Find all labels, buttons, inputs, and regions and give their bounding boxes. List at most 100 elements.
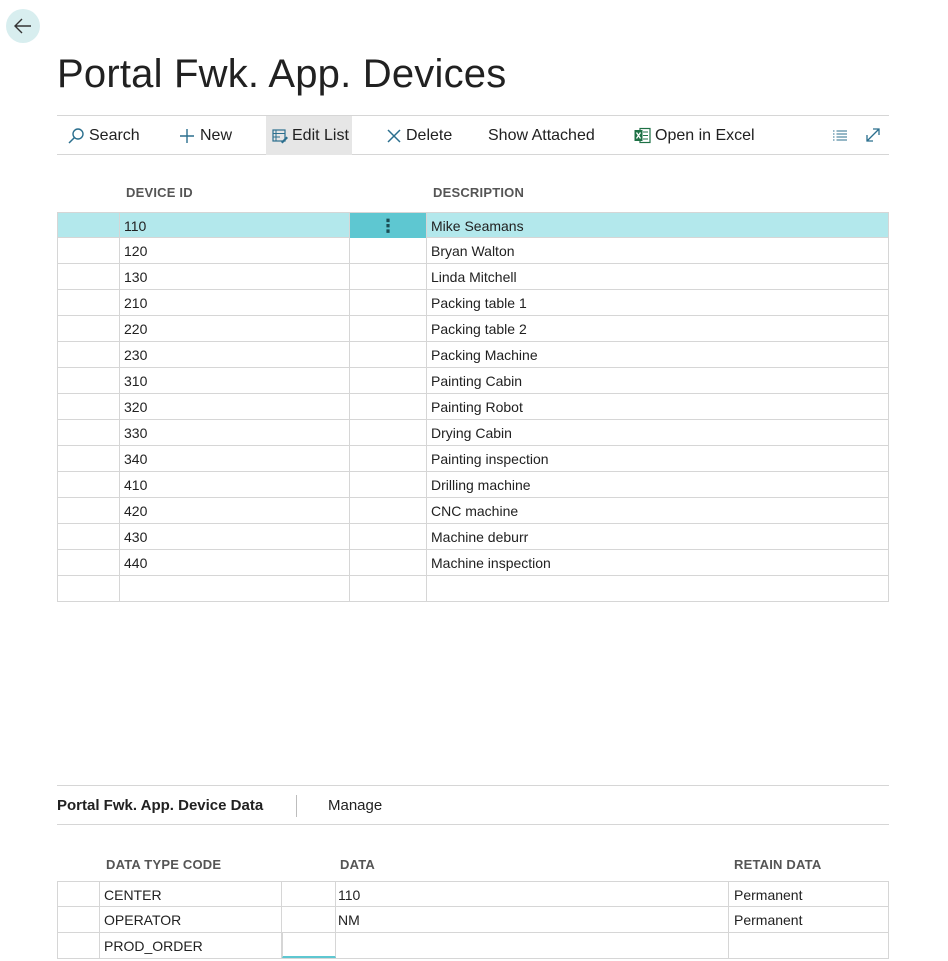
row-selector[interactable]	[57, 342, 120, 367]
device-id-cell[interactable]: 310	[120, 368, 350, 393]
description-cell[interactable]: Drying Cabin	[427, 420, 889, 445]
device-id-cell[interactable]: 120	[120, 238, 350, 263]
table-row[interactable]: 420 CNC machine	[57, 498, 889, 524]
description-cell[interactable]: Machine inspection	[427, 550, 889, 575]
row-selector[interactable]	[57, 882, 100, 907]
table-row[interactable]: PROD_ORDER	[57, 933, 889, 959]
table-row[interactable]: OPERATOR NM Permanent	[57, 907, 889, 933]
device-id-cell[interactable]	[120, 576, 350, 601]
row-selector[interactable]	[57, 394, 120, 419]
table-row[interactable]: 410 Drilling machine	[57, 472, 889, 498]
table-row[interactable]: 220 Packing table 2	[57, 316, 889, 342]
column-header-data[interactable]: DATA	[340, 857, 375, 872]
row-actions-cell[interactable]	[350, 498, 427, 523]
row-selector[interactable]	[57, 907, 100, 932]
row-actions-cell[interactable]	[350, 342, 427, 367]
row-selector[interactable]	[57, 550, 120, 575]
description-cell[interactable]: Painting inspection	[427, 446, 889, 471]
device-id-cell[interactable]: 330	[120, 420, 350, 445]
row-actions-cell[interactable]	[350, 290, 427, 315]
row-selector[interactable]	[57, 420, 120, 445]
table-row[interactable]: 130 Linda Mitchell	[57, 264, 889, 290]
device-id-cell[interactable]: 110	[120, 213, 350, 238]
row-actions-cell[interactable]	[350, 264, 427, 289]
table-row[interactable]: 210 Packing table 1	[57, 290, 889, 316]
description-cell[interactable]: CNC machine	[427, 498, 889, 523]
expand-button[interactable]	[864, 126, 882, 149]
row-actions-cell[interactable]	[350, 446, 427, 471]
description-cell[interactable]: Bryan Walton	[427, 238, 889, 263]
data-type-code-cell[interactable]: PROD_ORDER	[100, 933, 282, 958]
row-selector[interactable]	[57, 264, 120, 289]
retain-data-cell[interactable]: Permanent	[729, 882, 889, 907]
row-actions-cell[interactable]	[350, 368, 427, 393]
row-selector[interactable]	[57, 213, 120, 238]
retain-data-cell[interactable]: Permanent	[729, 907, 889, 932]
description-cell[interactable]: Packing Machine	[427, 342, 889, 367]
device-id-cell[interactable]: 320	[120, 394, 350, 419]
row-actions-cell[interactable]	[350, 238, 427, 263]
table-row[interactable]	[57, 576, 889, 602]
column-header-data-type-code[interactable]: DATA TYPE CODE	[106, 857, 221, 872]
row-actions-cell[interactable]	[282, 907, 336, 932]
device-id-cell[interactable]: 430	[120, 524, 350, 549]
manage-button[interactable]: Manage	[328, 797, 382, 814]
device-id-cell[interactable]: 440	[120, 550, 350, 575]
row-selector[interactable]	[57, 446, 120, 471]
table-row[interactable]: 320 Painting Robot	[57, 394, 889, 420]
data-type-code-cell[interactable]: OPERATOR	[100, 907, 282, 932]
data-type-code-cell[interactable]: CENTER	[100, 882, 282, 907]
row-actions-cell[interactable]	[282, 882, 336, 907]
row-selector[interactable]	[57, 290, 120, 315]
more-options-icon[interactable]: ⋮	[379, 217, 397, 235]
table-row[interactable]: 340 Painting inspection	[57, 446, 889, 472]
row-selector[interactable]	[57, 498, 120, 523]
description-cell[interactable]: Drilling machine	[427, 472, 889, 497]
device-id-cell[interactable]: 230	[120, 342, 350, 367]
row-selector[interactable]	[57, 472, 120, 497]
column-header-device-id[interactable]: DEVICE ID	[126, 185, 193, 200]
description-cell[interactable]: Linda Mitchell	[427, 264, 889, 289]
data-cell[interactable]: NM	[336, 907, 729, 932]
table-row[interactable]: 330 Drying Cabin	[57, 420, 889, 446]
row-actions-cell[interactable]	[350, 394, 427, 419]
row-selector[interactable]	[57, 576, 120, 601]
row-actions-cell[interactable]	[350, 576, 427, 601]
row-actions-cell[interactable]	[282, 933, 336, 958]
row-selector[interactable]	[57, 316, 120, 341]
edit-list-button[interactable]: Edit List	[266, 116, 352, 155]
show-attached-button[interactable]: Show Attached	[488, 116, 595, 155]
row-actions-cell[interactable]	[350, 524, 427, 549]
device-id-cell[interactable]: 410	[120, 472, 350, 497]
retain-data-cell[interactable]	[729, 933, 889, 958]
description-cell[interactable]: Packing table 1	[427, 290, 889, 315]
data-cell[interactable]	[336, 933, 729, 958]
column-header-description[interactable]: DESCRIPTION	[433, 185, 524, 200]
table-row[interactable]: 430 Machine deburr	[57, 524, 889, 550]
row-selector[interactable]	[57, 933, 100, 958]
table-row[interactable]: 440 Machine inspection	[57, 550, 889, 576]
delete-button[interactable]: Delete	[386, 116, 452, 155]
row-selector[interactable]	[57, 524, 120, 549]
row-actions-cell[interactable]	[350, 420, 427, 445]
table-row[interactable]: 120 Bryan Walton	[57, 238, 889, 264]
column-header-retain-data[interactable]: RETAIN DATA	[734, 857, 821, 872]
description-cell[interactable]: Packing table 2	[427, 316, 889, 341]
table-row[interactable]: CENTER 110 Permanent	[57, 881, 889, 907]
back-button[interactable]	[6, 9, 40, 43]
row-selector[interactable]	[57, 238, 120, 263]
data-cell[interactable]: 110	[336, 882, 729, 907]
row-actions-cell[interactable]	[350, 316, 427, 341]
device-id-cell[interactable]: 420	[120, 498, 350, 523]
row-selector[interactable]	[57, 368, 120, 393]
new-button[interactable]: New	[178, 116, 232, 155]
search-button[interactable]: Search	[67, 116, 140, 155]
table-row[interactable]: 110 ⋮ Mike Seamans	[57, 212, 889, 238]
description-cell[interactable]: Painting Cabin	[427, 368, 889, 393]
open-in-excel-button[interactable]: Open in Excel	[634, 116, 755, 155]
row-actions-cell[interactable]	[350, 472, 427, 497]
device-id-cell[interactable]: 210	[120, 290, 350, 315]
table-row[interactable]: 310 Painting Cabin	[57, 368, 889, 394]
description-cell[interactable]: Mike Seamans	[427, 213, 889, 238]
row-actions-cell[interactable]: ⋮	[350, 213, 427, 238]
